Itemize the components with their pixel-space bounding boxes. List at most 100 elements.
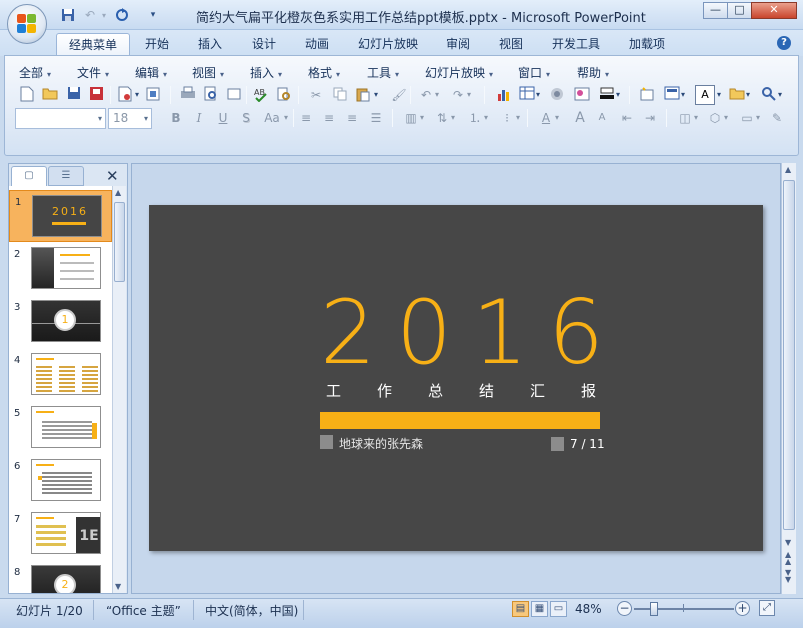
shrink-font-icon[interactable]: A bbox=[592, 108, 612, 128]
save-icon[interactable] bbox=[60, 8, 76, 23]
page-setup-icon[interactable] bbox=[224, 85, 244, 105]
columns-icon[interactable]: ▥ bbox=[401, 108, 421, 128]
help-icon[interactable]: ? bbox=[777, 36, 791, 50]
bullets-dropdown-icon[interactable]: ▾ bbox=[515, 108, 521, 128]
tab-review[interactable]: 审阅 bbox=[434, 33, 482, 55]
undo-toolbar-icon[interactable]: ↶ bbox=[416, 85, 436, 105]
slide-sorter-icon[interactable]: ▦ bbox=[531, 601, 548, 617]
copy-icon[interactable] bbox=[330, 85, 350, 105]
slideshow-view-icon[interactable]: ▭ bbox=[550, 601, 567, 617]
scroll-thumb[interactable] bbox=[114, 202, 125, 282]
print-preview-icon[interactable] bbox=[201, 85, 221, 105]
font-color-icon[interactable]: A bbox=[536, 108, 556, 128]
language-indicator[interactable]: 中文(简体，中国) bbox=[205, 602, 298, 619]
slide-page-number[interactable]: 7 / 11 bbox=[570, 437, 605, 451]
bullets-icon[interactable]: ⁝ bbox=[497, 108, 517, 128]
next-slide-icon[interactable]: ▼ ▼ bbox=[785, 569, 791, 584]
quick-styles-icon[interactable]: ✎ bbox=[767, 108, 787, 128]
tab-classic-menu[interactable]: 经典菜单 bbox=[56, 33, 131, 55]
zoom-out-button[interactable]: − bbox=[617, 601, 632, 616]
find-icon[interactable] bbox=[759, 85, 779, 105]
paste-dropdown-icon[interactable]: ▾ bbox=[373, 85, 379, 105]
scroll-up-icon[interactable]: ▲ bbox=[115, 188, 121, 197]
font-color-dropdown-icon[interactable]: ▾ bbox=[554, 108, 560, 128]
cut-icon[interactable]: ✂ bbox=[306, 85, 326, 105]
slide-year-title[interactable]: 2016 bbox=[320, 285, 624, 381]
redo-toolbar-dropdown-icon[interactable]: ▾ bbox=[466, 85, 472, 105]
maximize-button[interactable]: □ bbox=[727, 2, 752, 19]
zoom-in-button[interactable]: + bbox=[735, 601, 750, 616]
slides-tab[interactable]: ▢ bbox=[11, 166, 47, 186]
layout-dropdown-icon[interactable]: ▾ bbox=[680, 85, 686, 105]
menu-slideshow[interactable]: 幻灯片放映 ▾ bbox=[425, 64, 493, 81]
tab-design[interactable]: 设计 bbox=[240, 33, 288, 55]
align-center-icon[interactable]: ≡ bbox=[319, 108, 339, 128]
research-icon[interactable] bbox=[274, 85, 294, 105]
zoom-slider[interactable] bbox=[634, 608, 734, 610]
slide-scrollbar[interactable]: ▲ ▼ ▲ ▲ ▼ ▼ bbox=[781, 163, 796, 594]
menu-format[interactable]: 格式 ▾ bbox=[308, 64, 340, 81]
permission-icon[interactable] bbox=[115, 85, 135, 105]
menu-insert[interactable]: 插入 ▾ bbox=[250, 64, 282, 81]
office-button[interactable] bbox=[7, 4, 47, 44]
slide-thumbnail-2[interactable]: 2 bbox=[9, 243, 112, 295]
slide-author[interactable]: 地球来的张先森 bbox=[339, 435, 423, 452]
justify-icon[interactable]: ☰ bbox=[366, 108, 386, 128]
redo-icon[interactable] bbox=[114, 8, 130, 23]
slide-thumbnail-6[interactable]: 6 bbox=[9, 455, 112, 507]
outline-tab[interactable]: ☰ bbox=[48, 166, 84, 186]
normal-view-icon[interactable]: ▤ bbox=[512, 601, 529, 617]
table-dropdown-icon[interactable]: ▾ bbox=[535, 85, 541, 105]
text-direction-icon[interactable]: ⇅ bbox=[432, 108, 452, 128]
undo-dropdown-icon[interactable]: ▾ bbox=[96, 8, 112, 23]
redo-toolbar-icon[interactable]: ↷ bbox=[448, 85, 468, 105]
menu-window[interactable]: 窗口 ▾ bbox=[518, 64, 550, 81]
increase-indent-icon[interactable]: ⇥ bbox=[640, 108, 660, 128]
numbering-icon[interactable]: ⒈ bbox=[465, 108, 485, 128]
shapes-folder-icon[interactable] bbox=[727, 85, 747, 105]
fill-color-dropdown-icon[interactable]: ▾ bbox=[615, 85, 621, 105]
tab-view[interactable]: 视图 bbox=[487, 33, 535, 55]
numbering-dropdown-icon[interactable]: ▾ bbox=[483, 108, 489, 128]
undo-toolbar-dropdown-icon[interactable]: ▾ bbox=[434, 85, 440, 105]
menu-file[interactable]: 文件 ▾ bbox=[77, 64, 109, 81]
menu-help[interactable]: 帮助 ▾ bbox=[577, 64, 609, 81]
zoom-level[interactable]: 48% bbox=[575, 602, 602, 616]
zoom-slider-handle[interactable] bbox=[650, 602, 658, 616]
thumbnails-scrollbar[interactable]: ▲ ▼ bbox=[112, 186, 126, 593]
columns-dropdown-icon[interactable]: ▾ bbox=[419, 108, 425, 128]
permission-dropdown-icon[interactable]: ▾ bbox=[134, 85, 140, 105]
shape-fill-dropdown-icon[interactable]: ▾ bbox=[723, 108, 729, 128]
fit-to-window-icon[interactable]: ⤢ bbox=[759, 600, 775, 616]
tab-slideshow[interactable]: 幻灯片放映 bbox=[346, 33, 430, 55]
open-folder-icon[interactable] bbox=[40, 85, 60, 105]
font-size-select[interactable]: 18 ▾ bbox=[108, 108, 152, 129]
shape-outline-dropdown-icon[interactable]: ▾ bbox=[755, 108, 761, 128]
grow-font-icon[interactable]: A bbox=[570, 108, 590, 128]
menu-view[interactable]: 视图 ▾ bbox=[192, 64, 224, 81]
slide-thumbnail-7[interactable]: 7 1E bbox=[9, 508, 112, 560]
slide-subtitle[interactable]: 工作总结汇报 bbox=[326, 380, 632, 401]
text-box-icon[interactable]: A bbox=[695, 85, 715, 105]
new-doc-icon[interactable] bbox=[17, 85, 37, 105]
menu-all[interactable]: 全部 ▾ bbox=[19, 64, 51, 81]
tab-developer[interactable]: 开发工具 bbox=[540, 33, 612, 55]
new-slide-icon[interactable] bbox=[637, 85, 657, 105]
chart-icon[interactable] bbox=[494, 85, 514, 105]
scroll-up-icon[interactable]: ▲ bbox=[785, 165, 791, 174]
layout-icon[interactable] bbox=[662, 85, 682, 105]
spelling-icon[interactable]: AB bbox=[251, 85, 271, 105]
close-button[interactable]: ✕ bbox=[751, 2, 797, 19]
fill-color-icon[interactable] bbox=[597, 85, 617, 105]
pane-close-icon[interactable]: ✕ bbox=[106, 167, 119, 185]
save-as-pdf-icon[interactable] bbox=[87, 85, 107, 105]
tab-home[interactable]: 开始 bbox=[133, 33, 181, 55]
align-left-icon[interactable]: ≡ bbox=[296, 108, 316, 128]
text-box-dropdown-icon[interactable]: ▾ bbox=[716, 85, 722, 105]
customize-qat-icon[interactable]: ▾ bbox=[145, 8, 161, 23]
change-case-button[interactable]: Aa bbox=[260, 108, 284, 128]
font-name-select[interactable]: ▾ bbox=[15, 108, 106, 129]
menu-edit[interactable]: 编辑 ▾ bbox=[135, 64, 167, 81]
find-dropdown-icon[interactable]: ▾ bbox=[777, 85, 783, 105]
shapes-dropdown-icon[interactable]: ▾ bbox=[745, 85, 751, 105]
